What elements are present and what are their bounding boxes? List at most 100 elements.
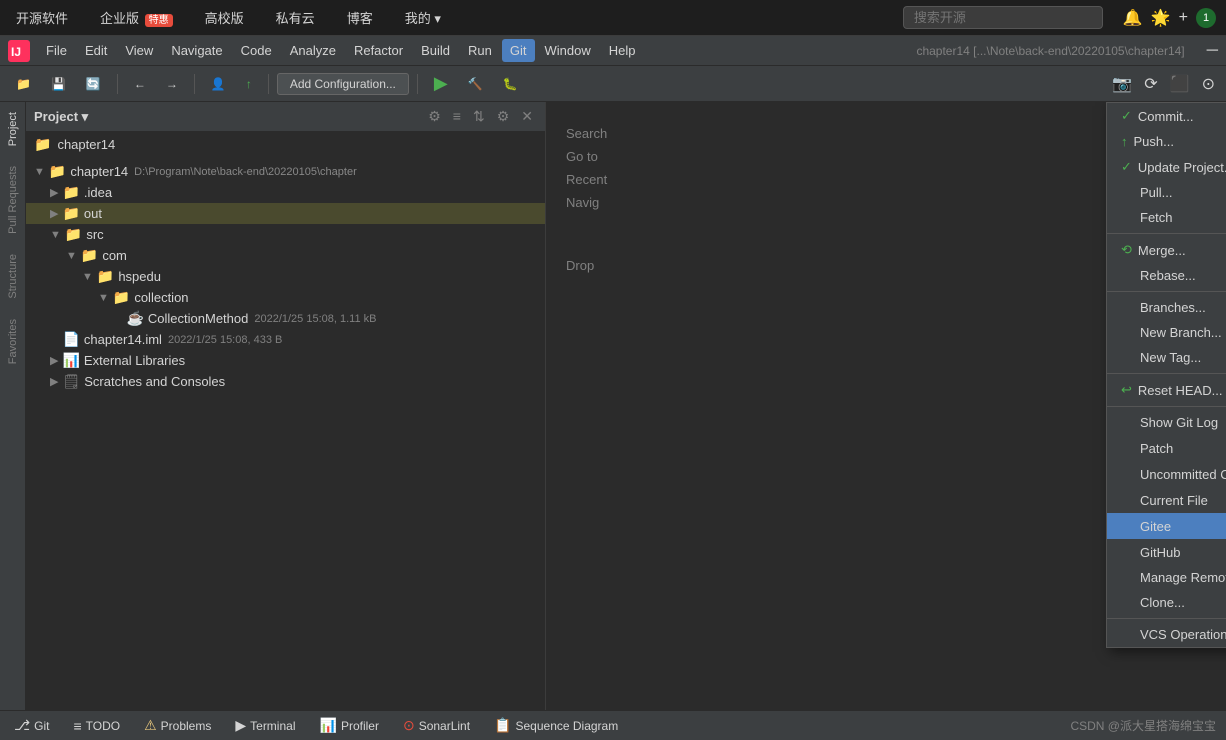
debug-button[interactable]: 🐛 — [495, 74, 526, 94]
topbar-opensource[interactable]: 开源软件 — [10, 4, 74, 31]
panel-close-icon[interactable]: ✕ — [517, 106, 537, 127]
topbar-private-cloud[interactable]: 私有云 — [270, 4, 321, 31]
status-sequence[interactable]: 📋 Sequence Diagram — [490, 715, 622, 736]
tree-item-iml[interactable]: ▶ 📄 chapter14.iml 2022/1/25 15:08, 433 B — [26, 329, 545, 350]
toolbar-record-icon[interactable]: ⊙ — [1199, 71, 1218, 97]
tree-item-collection[interactable]: ▼ 📁 collection — [26, 287, 545, 308]
tree-item-com[interactable]: ▼ 📁 com — [26, 245, 545, 266]
sonarlint-icon: ⊙ — [403, 717, 415, 734]
com-folder-icon: 📁 — [81, 247, 98, 264]
menu-help[interactable]: Help — [601, 39, 644, 62]
menu-build[interactable]: Build — [413, 39, 458, 62]
topbar-university[interactable]: 高校版 — [199, 4, 250, 31]
status-todo[interactable]: ≡ TODO — [69, 716, 124, 736]
tree-label-out: out — [84, 206, 102, 221]
toolbar-open-folder[interactable]: 📁 — [8, 74, 39, 94]
tree-item-hspedu[interactable]: ▼ 📁 hspedu — [26, 266, 545, 287]
search-input[interactable] — [903, 6, 1103, 29]
toolbar-sep2 — [194, 74, 195, 94]
menu-git[interactable]: Git — [502, 39, 535, 62]
toolbar-save[interactable]: 💾 — [43, 74, 74, 94]
git-menu-rebase[interactable]: Rebase... — [1107, 263, 1226, 288]
git-menu-branches[interactable]: Branches... Ctrl+Shift+` — [1107, 295, 1226, 320]
tree-item-scratches[interactable]: ▶ 🗒 Scratches and Consoles — [26, 371, 545, 392]
run-button[interactable]: ▶ — [426, 70, 456, 97]
chapter-folder-icon: 📁 — [34, 136, 51, 153]
src-folder-icon: 📁 — [65, 226, 82, 243]
menu-window[interactable]: Window — [537, 39, 599, 62]
panel-config-icon[interactable]: ⚙ — [493, 106, 514, 127]
tree-label-collection: collection — [134, 290, 188, 305]
add-configuration-button[interactable]: Add Configuration... — [277, 73, 409, 95]
panel-list-icon[interactable]: ≡ — [449, 106, 465, 127]
git-menu-fetch[interactable]: Fetch — [1107, 205, 1226, 230]
git-menu-reset-head[interactable]: ↩ Reset HEAD... — [1107, 377, 1226, 403]
git-menu-current-file[interactable]: Current File ▶ — [1107, 487, 1226, 513]
toolbar-refresh-icon[interactable]: ⟳ — [1141, 71, 1160, 97]
bell-icon[interactable]: 🔔 — [1123, 8, 1143, 28]
tree-item-src[interactable]: ▼ 📁 src — [26, 224, 545, 245]
menu-run[interactable]: Run — [460, 39, 500, 62]
git-menu-update[interactable]: ✓ Update Project... Ctrl+T — [1107, 154, 1226, 180]
sidebar-item-project[interactable]: Project — [1, 102, 25, 156]
tree-item-out[interactable]: ▶ 📁 out — [26, 203, 545, 224]
tree-item-idea[interactable]: ▶ 📁 .idea — [26, 182, 545, 203]
menu-navigate[interactable]: Navigate — [163, 39, 230, 62]
toolbar-profile[interactable]: 👤 — [203, 74, 234, 94]
build-button[interactable]: 🔨 — [460, 74, 491, 94]
git-menu-push[interactable]: ↑ Push... Ctrl+Shift+K — [1107, 129, 1226, 154]
menu-analyze[interactable]: Analyze — [282, 39, 344, 62]
panel-sort-icon[interactable]: ⇅ — [469, 106, 489, 127]
git-menu-gitee[interactable]: Gitee ▶ Share Project on Gitee — [1107, 513, 1226, 539]
sidebar-item-favorites[interactable]: Favorites — [1, 309, 25, 374]
git-menu-patch[interactable]: Patch ▶ — [1107, 435, 1226, 461]
git-menu-uncommitted[interactable]: Uncommitted Changes ▶ — [1107, 461, 1226, 487]
topbar-blog[interactable]: 博客 — [341, 4, 379, 31]
sidebar-item-pull-requests[interactable]: Pull Requests — [1, 156, 25, 244]
menu-code[interactable]: Code — [233, 39, 280, 62]
toolbar-camera-icon[interactable]: 📷 — [1109, 71, 1135, 97]
git-menu-clone[interactable]: Clone... — [1107, 590, 1226, 615]
menu-file[interactable]: File — [38, 39, 75, 62]
topbar-enterprise[interactable]: 企业版 特惠 — [94, 4, 179, 31]
git-menu-new-branch[interactable]: New Branch... — [1107, 320, 1226, 345]
menu-edit[interactable]: Edit — [77, 39, 115, 62]
toolbar-sep4 — [417, 74, 418, 94]
separator-1 — [1107, 233, 1226, 234]
toolbar-stop-icon[interactable]: ⬛ — [1167, 71, 1193, 97]
git-menu-pull[interactable]: Pull... — [1107, 180, 1226, 205]
tree-item-root[interactable]: ▼ 📁 chapter14 D:\Program\Note\back-end\2… — [26, 161, 545, 182]
git-menu-commit[interactable]: ✓ Commit... Ctrl+K — [1107, 103, 1226, 129]
toolbar-forward[interactable]: → — [158, 74, 186, 94]
menu-view[interactable]: View — [117, 39, 161, 62]
menu-refactor[interactable]: Refactor — [346, 39, 411, 62]
sequence-icon: 📋 — [494, 717, 511, 734]
status-sonarlint[interactable]: ⊙ SonarLint — [399, 715, 474, 736]
topbar-mine[interactable]: 我的 ▾ — [399, 4, 447, 31]
git-menu-new-tag[interactable]: New Tag... — [1107, 345, 1226, 370]
git-menu-vcs-ops[interactable]: VCS Operations Alt+` — [1107, 622, 1226, 647]
status-profiler[interactable]: 📊 Profiler — [316, 715, 383, 736]
terminal-icon: ▶ — [235, 717, 246, 734]
git-menu-merge[interactable]: ⟲ Merge... — [1107, 237, 1226, 263]
git-menu-github[interactable]: GitHub ▶ — [1107, 539, 1226, 565]
expand-arrow-external: ▶ — [50, 354, 58, 367]
git-menu-show-log[interactable]: Show Git Log — [1107, 410, 1226, 435]
status-git[interactable]: ⎇ Git — [10, 715, 53, 736]
toolbar-vcs[interactable]: ↑ — [238, 74, 260, 94]
star-icon[interactable]: 🌟 — [1151, 8, 1171, 28]
toolbar-sync[interactable]: 🔄 — [78, 74, 109, 94]
notification-badge[interactable]: 1 — [1196, 8, 1216, 28]
status-problems[interactable]: ⚠ Problems — [140, 715, 215, 736]
tree-label-idea: .idea — [84, 185, 112, 200]
panel-settings-icon[interactable]: ⚙ — [424, 106, 445, 127]
branches-label: Branches... — [1140, 300, 1206, 315]
toolbar-back[interactable]: ← — [126, 74, 154, 94]
git-menu-manage-remotes[interactable]: Manage Remotes... — [1107, 565, 1226, 590]
sidebar-item-structure[interactable]: Structure — [1, 244, 25, 309]
status-terminal[interactable]: ▶ Terminal — [231, 715, 299, 736]
tree-item-external[interactable]: ▶ 📊 External Libraries — [26, 350, 545, 371]
plus-icon[interactable]: + — [1179, 9, 1188, 27]
tree-item-collectionmethod[interactable]: ▶ ☕ CollectionMethod 2022/1/25 15:08, 1.… — [26, 308, 545, 329]
minimize-button[interactable]: ─ — [1207, 42, 1218, 60]
